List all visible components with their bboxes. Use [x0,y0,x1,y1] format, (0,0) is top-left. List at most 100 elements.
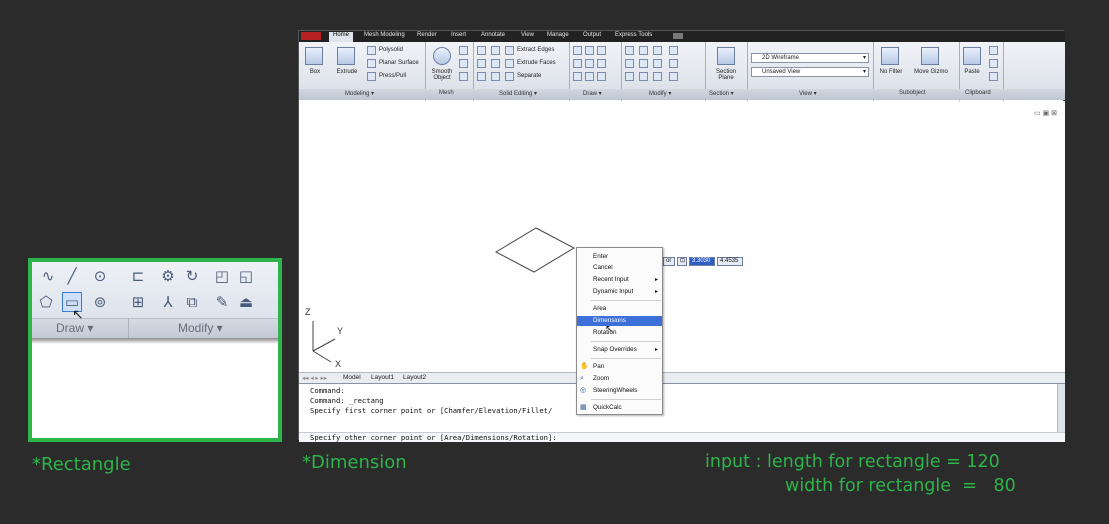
dimension-input-1[interactable]: 3.3030 [689,257,715,266]
cut-icon[interactable] [989,46,998,55]
menu-item-steeringwheels[interactable]: ◎ SteeringWheels [577,386,662,396]
panel-subobject[interactable]: Subobject [899,90,926,96]
panel-mesh[interactable]: Mesh [439,90,454,96]
extract-edges-icon[interactable] [505,46,514,55]
rotate-icon[interactable] [639,46,648,55]
command-input[interactable]: Specify other corner point or [Area/Dime… [299,432,1065,442]
command-window[interactable]: Command: Command: _rectang Specify first… [299,383,1065,442]
stretch-icon[interactable] [625,59,634,68]
menu-item-pan[interactable]: ✋ Pan [577,362,662,372]
subtract-icon[interactable] [491,46,500,55]
tab-layout2[interactable]: Layout2 [403,374,426,381]
menu-item-recent-input[interactable]: Recent Input ▸ [577,275,662,285]
planar-surface-icon[interactable] [367,59,376,68]
tab-nav-icon[interactable]: ◂◂ ◂ ▸ ▸▸ [302,374,327,382]
mesh-icon[interactable] [459,72,468,81]
polygon-icon[interactable] [573,72,582,81]
polysolid-button[interactable]: Polysolid [379,47,403,53]
box-button[interactable]: Box [304,69,326,75]
polygon-icon[interactable]: ⬠ [36,292,56,312]
menu-item-snap-overrides[interactable]: Snap Overrides ▸ [577,345,662,355]
press-pull-button[interactable]: Press/Pull [379,73,406,79]
polysolid-icon[interactable] [367,46,376,55]
modify-panel-label[interactable]: Modify ▾ [178,321,223,335]
match-properties-icon[interactable] [989,72,998,81]
tab-render[interactable]: Render [417,32,437,38]
mesh-icon[interactable] [459,46,468,55]
menu-item-rotation[interactable]: Rotation [577,328,662,338]
panel-view[interactable]: View ▾ [799,90,817,97]
union-icon[interactable] [477,46,486,55]
mirror-icon[interactable] [639,72,648,81]
tab-annotate[interactable]: Annotate [481,32,505,38]
tab-manage[interactable]: Manage [547,32,569,38]
minimize-ribbon-icon[interactable] [673,33,683,39]
spline-icon[interactable] [573,59,582,68]
stretch-icon[interactable] [585,46,594,55]
move-gizmo-icon[interactable] [921,47,939,65]
rectangle-icon[interactable] [585,72,594,81]
app-menu-button[interactable] [301,32,321,40]
mirror-icon[interactable]: ⅄ [158,292,178,312]
menu-item-zoom[interactable]: ⌕ Zoom [577,374,662,384]
box-icon[interactable] [305,47,323,65]
fillet-icon[interactable] [669,59,678,68]
rotate-icon[interactable]: ↻ [182,266,202,286]
gear-icon[interactable]: ⚙ [158,266,178,286]
command-scrollbar[interactable] [1057,384,1065,432]
polyline-icon[interactable] [573,46,582,55]
panel-draw[interactable]: Draw ▾ [583,90,602,97]
tab-layout1[interactable]: Layout1 [371,374,394,381]
smooth-object-button[interactable]: Smooth Object [427,69,457,81]
panel-clipboard[interactable]: Clipboard [965,90,991,96]
extrude-faces-icon[interactable] [505,59,514,68]
trim-icon[interactable] [669,46,678,55]
panel-modify[interactable]: Modify ▾ [649,90,671,97]
dimension-input-2[interactable]: 4.4535 [717,257,743,266]
drawing-canvas[interactable]: ▭ ▣ ⊠ Z Y X [299,101,1065,372]
viewport-controls-icon[interactable]: ▭ ▣ ⊠ [1034,109,1057,117]
smooth-object-icon[interactable] [433,47,451,65]
draw-panel-label[interactable]: Draw ▾ [56,321,93,335]
move-gizmo-button[interactable]: Move Gizmo [911,69,951,75]
panel-modeling[interactable]: Modeling ▾ [345,90,374,97]
extrude-faces-button[interactable]: Extrude Faces [517,60,556,66]
interfere-icon[interactable] [491,59,500,68]
chamfer-icon[interactable]: ◱ [236,266,256,286]
extrude-icon[interactable] [337,47,355,65]
paste-button[interactable]: Paste [959,69,985,75]
intersect-icon[interactable] [477,59,486,68]
tab-express-tools[interactable]: Express Tools [615,32,652,38]
array-icon[interactable] [625,72,634,81]
mesh-icon[interactable] [459,59,468,68]
array-icon[interactable]: ⊞ [128,292,148,312]
ellipse-icon[interactable]: ⊚ [90,292,110,312]
tab-output[interactable]: Output [583,32,601,38]
menu-item-dynamic-input[interactable]: Dynamic Input ▸ [577,287,662,297]
thicken-icon[interactable] [491,72,500,81]
line-icon[interactable]: ╱ [62,266,82,286]
move-icon[interactable] [653,46,662,55]
tab-view[interactable]: View [521,32,534,38]
press-pull-icon[interactable] [367,72,376,81]
paste-icon[interactable] [963,47,981,65]
scale-icon[interactable] [625,46,634,55]
circle-icon[interactable] [597,59,606,68]
tab-insert[interactable]: Insert [451,32,466,38]
menu-item-cancel[interactable]: Cancel [577,263,662,273]
no-filter-button[interactable]: No Filter [873,69,909,75]
planar-surface-button[interactable]: Planar Surface [379,60,419,66]
stretch-icon[interactable]: ⊏ [128,266,148,286]
copy-icon[interactable] [653,72,662,81]
menu-item-dimensions[interactable]: Dimensions [577,316,662,326]
tab-model[interactable]: Model [343,374,361,381]
filter-icon[interactable] [881,47,899,65]
copy-icon[interactable] [989,59,998,68]
section-plane-button[interactable]: Section Plane [709,69,743,81]
extract-edges-button[interactable]: Extract Edges [517,47,554,53]
extrude-button[interactable]: Extrude [332,69,362,75]
menu-item-quickcalc[interactable]: ▦ QuickCalc [577,403,662,413]
menu-item-enter[interactable]: Enter [577,252,662,262]
separate-icon[interactable] [505,72,514,81]
erase-icon[interactable]: ⏏ [236,292,256,312]
